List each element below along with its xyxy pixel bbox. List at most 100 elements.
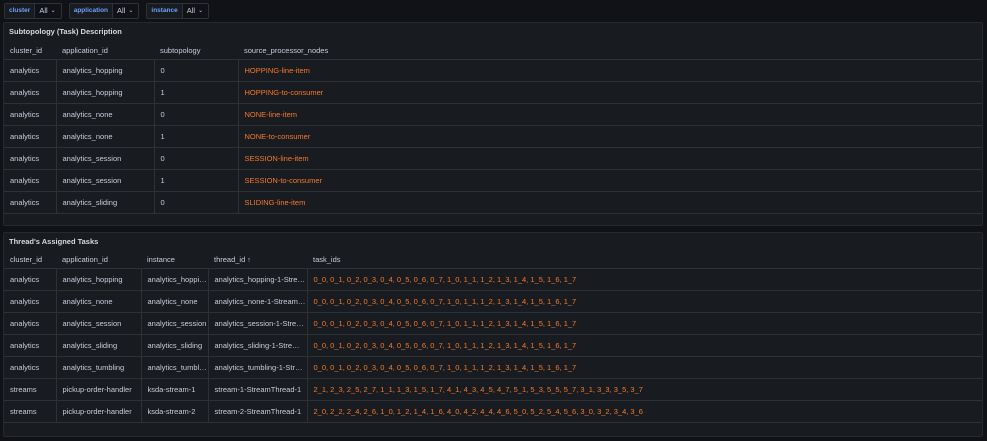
table-cell: 1 <box>154 169 239 192</box>
table-cell: NONE-line-item <box>238 103 982 126</box>
table-cell: stream-2-StreamThread-1 <box>208 400 308 423</box>
table-cell: analytics_hopping <box>56 81 155 104</box>
table-cell: 0_0, 0_1, 0_2, 0_3, 0_4, 0_5, 0_6, 0_7, … <box>307 290 982 313</box>
table-row: streams pickup-order-handler ksda-stream-2… <box>4 400 982 423</box>
sort-ascending-icon: ↑ <box>247 256 251 264</box>
table-cell: analytics <box>4 169 57 192</box>
table-cell: 0_0, 0_1, 0_2, 0_3, 0_4, 0_5, 0_6, 0_7, … <box>307 268 982 291</box>
table-cell: NONE-to-consumer <box>238 125 982 148</box>
table-row: analytics analytics_none 1 NONE-to-consumer <box>4 125 982 148</box>
table-row: analytics analytics_session analytics_sess… <box>4 312 982 335</box>
table-cell: pickup-order-handler <box>56 400 142 423</box>
table-cell: analytics_tumbling-1-Stre… <box>208 356 308 379</box>
column-header-sorted[interactable]: thread_id ↑ <box>208 251 307 269</box>
table-row: analytics analytics_hopping 0 HOPPING-line-… <box>4 59 982 82</box>
variable-application-select[interactable]: All ⌄ <box>113 3 140 19</box>
table-cell: analytics_none-1-Stream… <box>208 290 308 313</box>
column-header[interactable]: application_id <box>56 42 154 60</box>
table-cell: analytics_session-1-Strea… <box>208 312 308 335</box>
variable-application-value: All <box>117 6 126 15</box>
variable-cluster: cluster All ⌄ <box>4 3 62 19</box>
subtopology-table: cluster_id application_id subtopology so… <box>4 42 982 214</box>
table-cell: analytics_session <box>56 169 155 192</box>
table-cell: analytics <box>4 268 57 291</box>
thread-tasks-table: cluster_id application_id instance threa… <box>4 251 982 423</box>
table-row: analytics analytics_sliding analytics_slid… <box>4 334 982 357</box>
table-cell: analytics_hopping <box>141 268 209 291</box>
table-cell: analytics_sliding <box>56 191 155 214</box>
panel-title[interactable]: Subtopology (Task) Description <box>9 27 122 36</box>
variable-application-label: application <box>68 3 114 19</box>
table-cell: 2_1, 2_3, 2_5, 2_7, 1_1, 1_3, 1_5, 1_7, … <box>307 378 982 401</box>
variable-cluster-value: All <box>39 6 48 15</box>
table-row: analytics analytics_session 1 SESSION-to-co… <box>4 169 982 192</box>
table-cell: analytics <box>4 356 57 379</box>
table-row: analytics analytics_hopping analytics_hopp… <box>4 268 982 291</box>
table-cell: analytics_sliding-1-Stre… <box>208 334 308 357</box>
table-cell: analytics <box>4 147 57 170</box>
variable-instance-select[interactable]: All ⌄ <box>182 3 210 19</box>
variable-application: application All ⌄ <box>68 3 140 19</box>
table-cell: SESSION-line-item <box>238 147 982 170</box>
table-cell: analytics <box>4 81 57 104</box>
table-cell: analytics_session <box>56 147 155 170</box>
table-cell: analytics <box>4 290 57 313</box>
column-header[interactable]: source_processor_nodes <box>238 42 982 60</box>
table-cell: streams <box>4 378 57 401</box>
table-header-row: cluster_id application_id instance threa… <box>4 251 982 269</box>
table-row: analytics analytics_sliding 0 SLIDING-line-… <box>4 191 982 214</box>
table-cell: streams <box>4 400 57 423</box>
table-cell: analytics_session <box>141 312 209 335</box>
table-cell: 0 <box>154 59 239 82</box>
table-cell: analytics_hopping-1-Stre… <box>208 268 308 291</box>
column-header[interactable]: task_ids <box>307 251 982 269</box>
table-cell: HOPPING-to-consumer <box>238 81 982 104</box>
table-cell: stream-1-StreamThread-1 <box>208 378 308 401</box>
table-cell: SLIDING-line-item <box>238 191 982 214</box>
table-cell: 1 <box>154 125 239 148</box>
table-cell: analytics <box>4 312 57 335</box>
table-cell: analytics_hopping <box>56 59 155 82</box>
column-header[interactable]: cluster_id <box>4 42 56 60</box>
table-cell: pickup-order-handler <box>56 378 142 401</box>
table-cell: analytics <box>4 125 57 148</box>
column-header[interactable]: application_id <box>56 251 141 269</box>
column-header[interactable]: cluster_id <box>4 251 56 269</box>
table-cell: analytics_sliding <box>56 334 142 357</box>
table-cell: analytics_tumbling <box>56 356 142 379</box>
table-cell: analytics <box>4 191 57 214</box>
thread-tasks-panel: Thread's Assigned Tasks cluster_id appli… <box>3 232 983 437</box>
table-cell: SESSION-to-consumer <box>238 169 982 192</box>
table-cell: analytics_hopping <box>56 268 142 291</box>
table-cell: analytics <box>4 59 57 82</box>
variable-instance-value: All <box>186 6 196 15</box>
table-cell: 0 <box>154 103 239 126</box>
table-cell: analytics_none <box>141 290 209 313</box>
table-cell: analytics_none <box>56 125 155 148</box>
table-header-row: cluster_id application_id subtopology so… <box>4 42 982 60</box>
table-cell: ksda-stream-1 <box>141 378 209 401</box>
table-row: analytics analytics_session 0 SESSION-line-… <box>4 147 982 170</box>
table-cell: 0_0, 0_1, 0_2, 0_3, 0_4, 0_5, 0_6, 0_7, … <box>307 334 982 357</box>
table-cell: analytics_session <box>56 312 142 335</box>
table-row: analytics analytics_none 0 NONE-line-item <box>4 103 982 126</box>
table-cell: analytics_none <box>56 290 142 313</box>
column-header[interactable]: instance <box>141 251 208 269</box>
table-cell: 1 <box>154 81 239 104</box>
variable-cluster-select[interactable]: All ⌄ <box>35 3 62 19</box>
panel-title[interactable]: Thread's Assigned Tasks <box>9 237 98 246</box>
table-cell: analytics_tumbli… <box>141 356 209 379</box>
table-cell: 2_0, 2_2, 2_4, 2_6, 1_0, 1_2, 1_4, 1_6, … <box>307 400 982 423</box>
table-cell: ksda-stream-2 <box>141 400 209 423</box>
variable-instance: instance All ⌄ <box>146 3 210 19</box>
table-cell: 0 <box>154 147 239 170</box>
variable-cluster-label: cluster <box>4 3 36 19</box>
table-cell: 0 <box>154 191 239 214</box>
table-row: analytics analytics_hopping 1 HOPPING-to-co… <box>4 81 982 104</box>
column-header[interactable]: subtopology <box>154 42 238 60</box>
table-cell: analytics_sliding <box>141 334 209 357</box>
variable-instance-label: instance <box>146 3 183 19</box>
chevron-down-icon: ⌄ <box>128 8 134 14</box>
column-header-label: thread_id <box>214 254 246 264</box>
variables-bar: cluster All ⌄ application All ⌄ instance… <box>4 3 216 19</box>
